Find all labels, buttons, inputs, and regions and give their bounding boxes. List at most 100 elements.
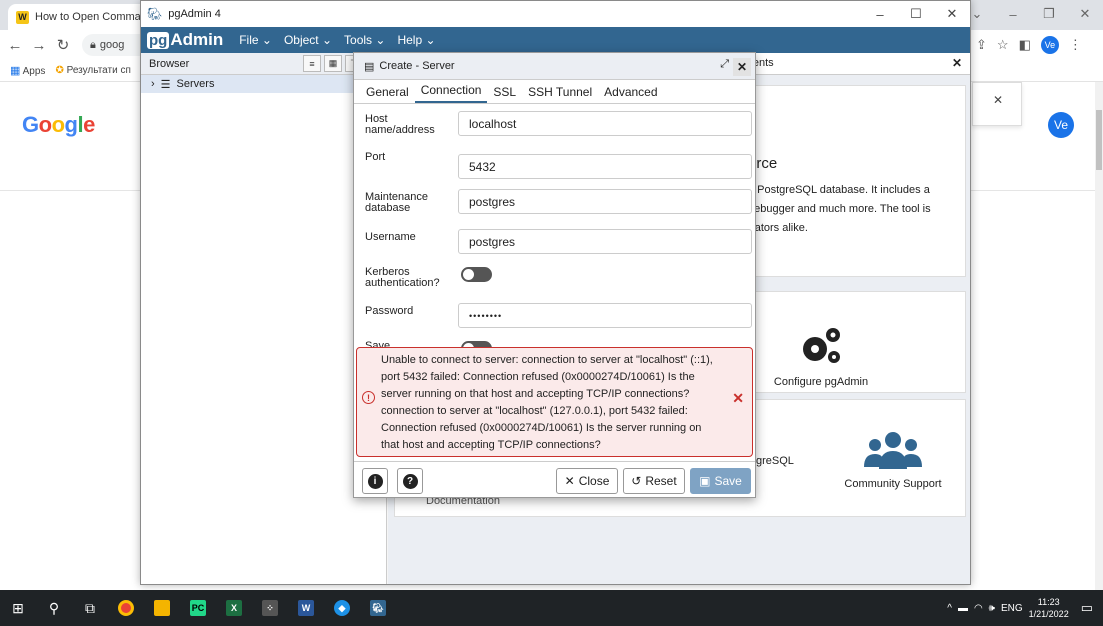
host-label: Host name/address xyxy=(365,113,435,136)
gears-icon xyxy=(803,328,840,363)
info-button[interactable]: i xyxy=(362,468,388,494)
postgresql-label: greSQL xyxy=(756,455,794,467)
community-support-link[interactable]: Community Support xyxy=(833,431,953,490)
reload-icon[interactable]: ↻ xyxy=(54,36,72,54)
language-indicator[interactable]: ENG xyxy=(1001,603,1023,614)
tab-ssl[interactable]: SSL xyxy=(487,85,522,103)
volume-icon[interactable]: 🕪︎ xyxy=(989,603,995,614)
maintenance-db-input[interactable]: postgres xyxy=(458,189,752,214)
tab-general[interactable]: General xyxy=(360,85,415,103)
file-explorer-icon[interactable] xyxy=(144,590,180,626)
reset-button[interactable]: ↺ Reset xyxy=(623,468,685,494)
google-popup: ✕ xyxy=(972,82,1022,126)
tab-connection[interactable]: Connection xyxy=(414,83,488,103)
bookmark-star-icon[interactable]: ☆ xyxy=(997,37,1009,53)
tree-item-servers[interactable]: › ☰ Servers xyxy=(141,75,386,93)
menu-help[interactable]: Help ⌄ xyxy=(391,33,441,47)
search-icon[interactable]: ⚲ xyxy=(36,590,72,626)
pgadmin-taskbar-icon[interactable]: 🐘︎ xyxy=(360,590,396,626)
chrome-window-controls: ⌄ – ❐ ✕ xyxy=(959,0,1103,28)
battery-icon[interactable]: ▬ xyxy=(958,603,968,614)
clock-date: 1/21/2022 xyxy=(1028,609,1069,619)
pgadmin-window-controls: – ☐ ✕ xyxy=(862,1,970,27)
welcome-description: e PostgreSQL database. It includes a deb… xyxy=(748,184,931,234)
popup-close-icon[interactable]: ✕ xyxy=(993,93,1003,107)
reset-icon: ↺ xyxy=(631,474,642,488)
postgresql-link[interactable]: greSQL xyxy=(756,428,816,467)
tab-ssh-tunnel[interactable]: SSH Tunnel xyxy=(522,85,598,103)
omnibox[interactable]: 🔒︎ goog xyxy=(82,34,142,56)
password-input[interactable]: •••••••• xyxy=(458,303,752,328)
close-icon[interactable]: ✕ xyxy=(934,1,970,27)
profile-avatar[interactable]: Ve xyxy=(1040,36,1059,54)
menu-file[interactable]: File ⌄ xyxy=(233,33,278,47)
info-icon: i xyxy=(367,473,383,489)
bookmark-apps[interactable]: ▦ Apps xyxy=(10,64,45,77)
docker-icon[interactable]: ◆ xyxy=(324,590,360,626)
chrome-restore-icon[interactable]: ❐ xyxy=(1031,0,1067,28)
task-view-icon[interactable]: ⧉ xyxy=(72,590,108,626)
username-input[interactable]: postgres xyxy=(458,229,752,254)
close-dialog-icon[interactable]: ✕ xyxy=(733,58,751,76)
host-row: Host name/address localhost xyxy=(354,111,755,141)
wifi-icon[interactable]: ◠ xyxy=(974,603,983,614)
maintenance-db-row: Maintenance database postgres xyxy=(354,189,755,219)
lock-icon: 🔒︎ xyxy=(90,38,96,51)
servers-icon: ☰ xyxy=(160,78,171,91)
minimize-icon[interactable]: – xyxy=(862,1,898,27)
browser-pane: Browser ≡ ▦ ⊤ Q › ☰ Servers xyxy=(141,53,387,584)
menu-tools[interactable]: Tools ⌄ xyxy=(338,33,391,47)
help-button[interactable]: ? xyxy=(397,468,423,494)
excel-icon[interactable]: X xyxy=(216,590,252,626)
close-button[interactable]: ✕ Close xyxy=(556,468,618,494)
google-logo: Google xyxy=(22,112,95,137)
chrome-close-icon[interactable]: ✕ xyxy=(1067,0,1103,28)
host-input[interactable]: localhost xyxy=(458,111,752,136)
forward-arrow-icon[interactable]: → xyxy=(30,37,48,54)
maximize-icon[interactable]: ☐ xyxy=(898,1,934,27)
chrome-tab[interactable]: W How to Open Command xyxy=(8,4,148,30)
dialog-tabs: General Connection SSL SSH Tunnel Advanc… xyxy=(354,80,755,104)
error-alert: ! Unable to connect to server: connectio… xyxy=(356,347,753,457)
app-grid-icon[interactable]: ⁘ xyxy=(252,590,288,626)
omnibox-text: goog xyxy=(99,39,125,51)
chrome-tab-title: How to Open Command xyxy=(35,11,148,23)
port-input[interactable]: 5432 xyxy=(458,154,752,179)
panel-close-icon[interactable]: ✕ xyxy=(952,56,962,70)
floppy-icon: ▣ xyxy=(699,474,711,488)
pgadmin-window-title: pgAdmin 4 xyxy=(168,8,221,20)
page-scrollbar[interactable] xyxy=(1095,82,1103,590)
bookmark-favicon-icon: ✪ xyxy=(55,65,64,76)
maximize-dialog-icon[interactable]: ⤢ xyxy=(720,58,729,71)
chrome-menu-icon[interactable]: ⋮ xyxy=(1069,37,1082,53)
save-button[interactable]: ▣ Save xyxy=(690,468,751,494)
kerberos-toggle[interactable] xyxy=(461,267,492,282)
clock[interactable]: 11:23 1/21/2022 xyxy=(1029,596,1069,620)
dismiss-error-icon[interactable]: ✕ xyxy=(732,390,744,407)
password-row: Password •••••••• xyxy=(354,303,755,333)
error-circle-icon: ! xyxy=(362,391,375,404)
word-icon[interactable]: W xyxy=(288,590,324,626)
start-windows-icon[interactable]: ⊞ xyxy=(0,590,36,626)
show-hidden-icon[interactable]: ^ xyxy=(947,603,952,614)
windows-taskbar: ⊞ ⚲ ⧉ PC X ⁘ W ◆ 🐘︎ ^ ▬ ◠ 🕪︎ ENG 11:23 1… xyxy=(0,590,1103,626)
configure-pgadmin-link[interactable]: Configure pgAdmin xyxy=(756,321,886,388)
notifications-icon[interactable]: ▭ xyxy=(1081,600,1093,616)
pgadmin-menubar: pg Admin File ⌄ Object ⌄ Tools ⌄ Help ⌄ xyxy=(141,27,970,53)
chrome-app-icon[interactable] xyxy=(108,590,144,626)
google-avatar[interactable]: Ve xyxy=(1048,112,1074,138)
chevron-right-icon[interactable]: › xyxy=(151,78,155,90)
back-arrow-icon[interactable]: ← xyxy=(6,37,24,54)
browser-title: Browser xyxy=(149,57,190,70)
tab-advanced[interactable]: Advanced xyxy=(598,85,663,103)
clock-time: 11:23 xyxy=(1037,597,1060,607)
dialog-titlebar[interactable]: ▤ Create - Server ⤢ ✕ xyxy=(354,53,755,80)
bookmark-results[interactable]: ✪ Результати сп xyxy=(55,65,130,76)
query-tool-icon[interactable]: ≡ xyxy=(303,55,321,72)
menu-object[interactable]: Object ⌄ xyxy=(278,33,338,47)
sidepanel-icon[interactable]: ◧ xyxy=(1019,37,1031,53)
chrome-minimize-icon[interactable]: – xyxy=(995,0,1031,28)
share-icon[interactable]: ⇪ xyxy=(976,37,987,53)
pycharm-icon[interactable]: PC xyxy=(180,590,216,626)
view-data-icon[interactable]: ▦ xyxy=(324,55,342,72)
